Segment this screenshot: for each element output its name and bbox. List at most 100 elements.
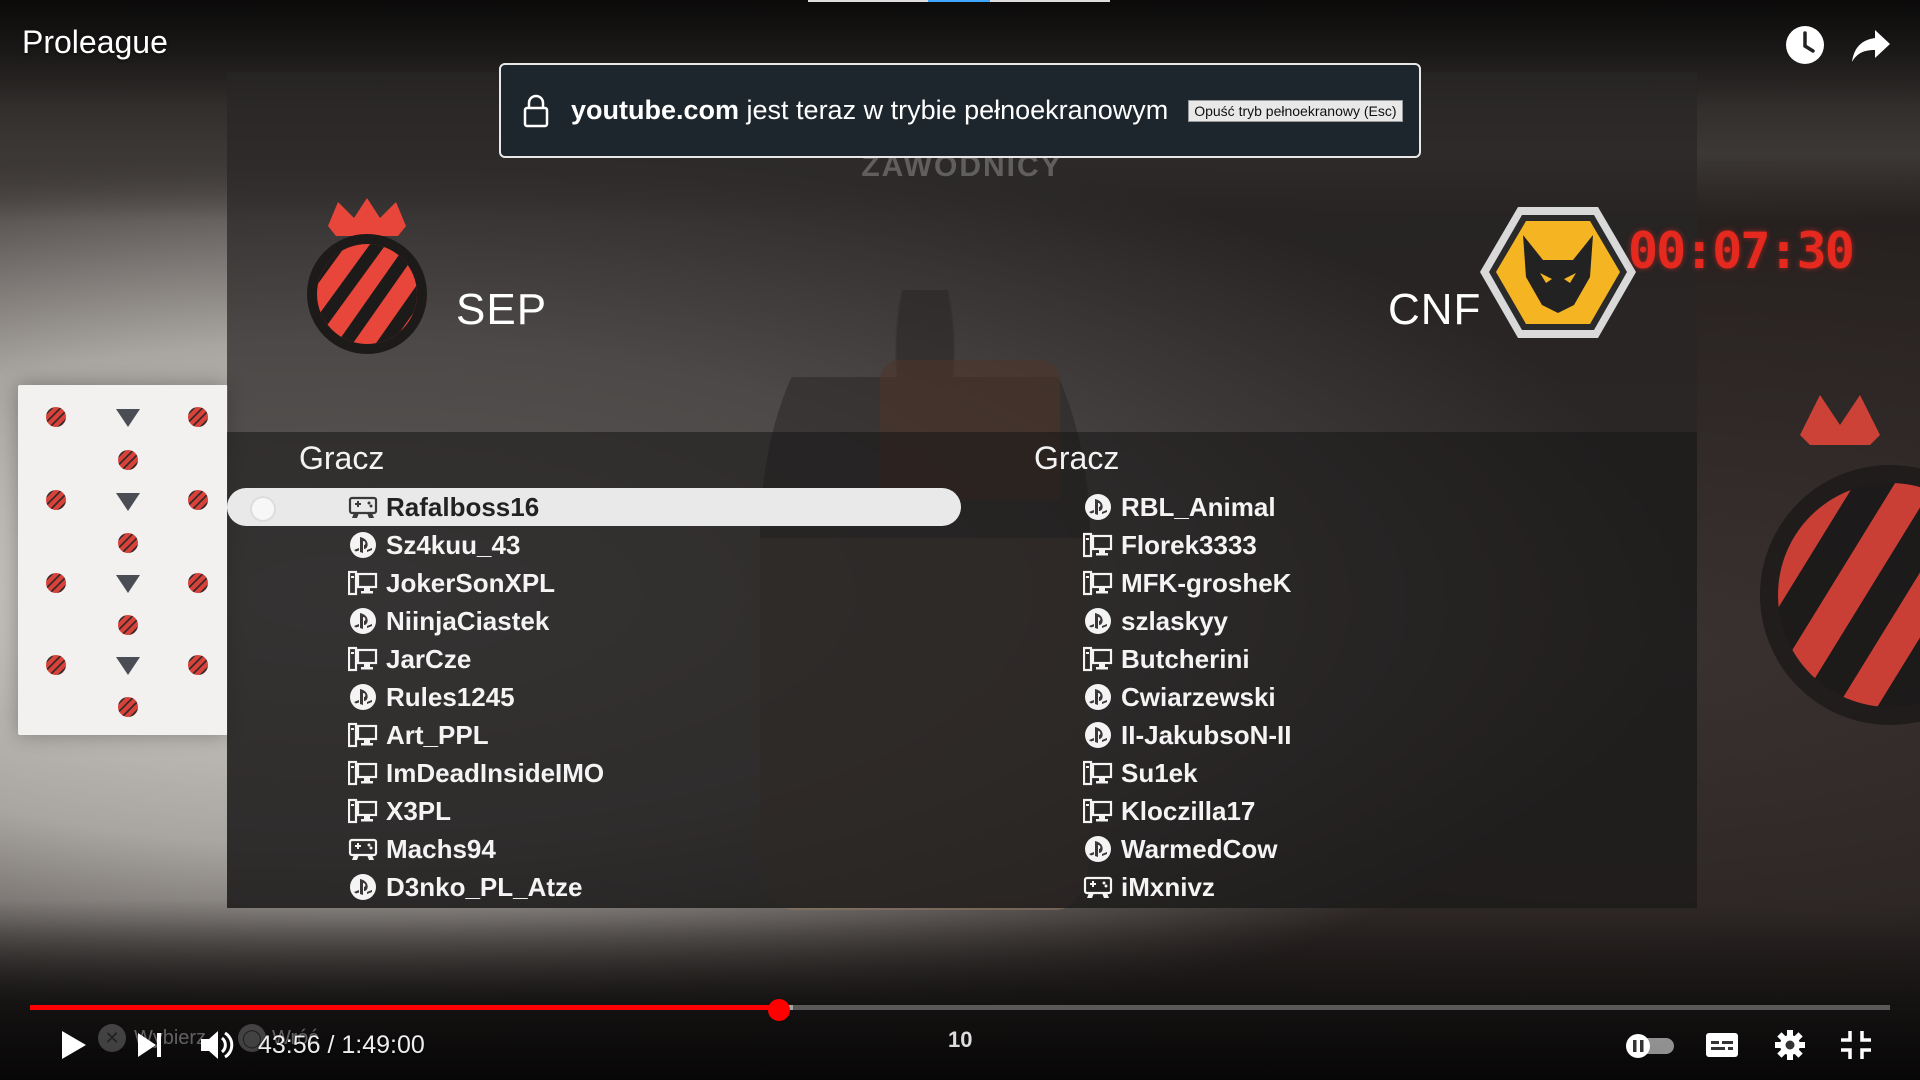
playstation-icon [1083,493,1113,521]
controller-icon [1083,873,1113,901]
player-name: MFK-grosheK [1121,567,1292,598]
playstation-icon [1083,607,1113,635]
away-player-row[interactable]: Cwiarzewski [1083,678,1291,716]
volume-icon[interactable] [198,1025,234,1065]
player-name: iMxnivz [1121,871,1215,902]
time-display: 43:56 / 1:49:00 [258,1031,425,1059]
player-name: Florek3333 [1121,529,1257,560]
playstation-icon [1083,721,1113,749]
home-player-row[interactable]: Rules1245 [348,678,604,716]
exit-fullscreen-button[interactable]: Opuść tryb pełnoekranowy (Esc) [1188,99,1403,122]
player-name: WarmedCow [1121,833,1278,864]
home-player-row[interactable]: JarCze [348,640,604,678]
cnf-crest-icon [1480,207,1636,338]
player-name: Rules1245 [386,681,515,712]
playstation-icon [1083,683,1113,711]
seek-badge: 10 [948,1027,973,1052]
playstation-icon [348,683,378,711]
player-name: Rafalboss16 [386,491,540,522]
player-name: Cwiarzewski [1121,681,1276,712]
pc-icon [1083,759,1113,787]
away-player-row[interactable]: Florek3333 [1083,526,1291,564]
selection-indicator [250,496,276,522]
controller-icon [348,835,378,863]
pc-icon [348,721,378,749]
pc-icon [1083,797,1113,825]
playstation-icon [348,873,378,901]
player-name: NiinjaCiastek [386,605,550,636]
home-player-row[interactable]: ImDeadInsideIMO [348,754,604,792]
lock-icon [523,94,549,127]
player-name: ImDeadInsideIMO [386,757,605,788]
progress-bar[interactable] [30,1005,1890,1010]
fullscreen-message-text: jest teraz w trybie pełnoekranowym [746,95,1169,125]
player-name: X3PL [386,795,452,826]
top-progress-strip [808,0,1110,2]
background-crest-icon [1760,395,1920,725]
share-icon[interactable] [1848,22,1894,68]
player-name: Sz4kuu_43 [386,529,521,560]
pc-icon [1083,645,1113,673]
playstation-icon [348,607,378,635]
home-player-row[interactable]: Art_PPL [348,716,604,754]
controller-icon [348,493,378,521]
player-name: JokerSonXPL [386,567,556,598]
player-name: Art_PPL [386,719,489,750]
away-player-row[interactable]: MFK-grosheK [1083,564,1291,602]
home-player-row[interactable]: Machs94 [348,830,604,868]
away-player-row[interactable]: Butcherini [1083,640,1291,678]
match-clock: 00:07:30 [1628,222,1855,280]
player-name: II-JakubsoN-II [1121,719,1292,750]
home-player-row[interactable]: Rafalboss16 [348,488,604,526]
player-name: RBL_Animal [1121,491,1276,522]
away-player-row[interactable]: szlaskyy [1083,602,1291,640]
away-player-list: RBL_Animal Florek3333 MFK-grosheK szlaskyy B… [1083,488,1291,906]
play-icon[interactable] [58,1025,90,1065]
away-player-row[interactable]: II-JakubsoN-II [1083,716,1291,754]
fullscreen-message: youtube.com jest teraz w trybie pełnoekr… [571,95,1168,126]
pc-icon [348,759,378,787]
home-player-row[interactable]: Sz4kuu_43 [348,526,604,564]
player-name: szlaskyy [1121,605,1228,636]
fullscreen-domain: youtube.com [571,95,740,125]
away-player-row[interactable]: Kloczilla17 [1083,792,1291,830]
player-name: D3nko_PL_Atze [386,871,583,902]
player-name: Su1ek [1121,757,1198,788]
home-player-row[interactable]: NiinjaCiastek [348,602,604,640]
pc-icon [348,797,378,825]
pc-icon [348,569,378,597]
player-name: Butcherini [1121,643,1250,674]
away-column-header: Gracz [1034,440,1120,476]
home-player-list: Rafalboss16 Sz4kuu_43 JokerSonXPL NiinjaCia… [348,488,604,906]
sponsor-wall [18,385,228,735]
away-team-name: CNF [1388,285,1482,334]
away-player-row[interactable]: iMxnivz [1083,868,1291,906]
clock-icon[interactable] [1782,22,1828,68]
pc-icon [1083,531,1113,559]
away-player-row[interactable]: RBL_Animal [1083,488,1291,526]
autoplay-toggle[interactable] [1622,1025,1678,1065]
home-team-name: SEP [456,285,548,334]
pc-icon [1083,569,1113,597]
exit-fullscreen-icon[interactable] [1838,1025,1874,1065]
away-player-row[interactable]: Su1ek [1083,754,1291,792]
home-player-row[interactable]: X3PL [348,792,604,830]
playstation-icon [348,531,378,559]
fullscreen-notice: youtube.com jest teraz w trybie pełnoekr… [499,63,1421,158]
away-player-row[interactable]: WarmedCow [1083,830,1291,868]
video-title[interactable]: Proleague [22,24,168,61]
home-player-row[interactable]: JokerSonXPL [348,564,604,602]
ghost-x-icon: ✕ [98,1024,126,1052]
player-name: Kloczilla17 [1121,795,1256,826]
player-name: JarCze [386,643,472,674]
progress-played [30,1005,780,1010]
next-icon[interactable] [134,1025,166,1065]
sep-crest-icon [307,198,427,354]
pc-icon [348,645,378,673]
home-column-header: Gracz [299,440,385,476]
player-name: Machs94 [386,833,496,864]
settings-icon[interactable] [1772,1025,1808,1065]
playstation-icon [1083,835,1113,863]
subtitles-icon[interactable] [1704,1025,1740,1065]
home-player-row[interactable]: D3nko_PL_Atze [348,868,604,906]
